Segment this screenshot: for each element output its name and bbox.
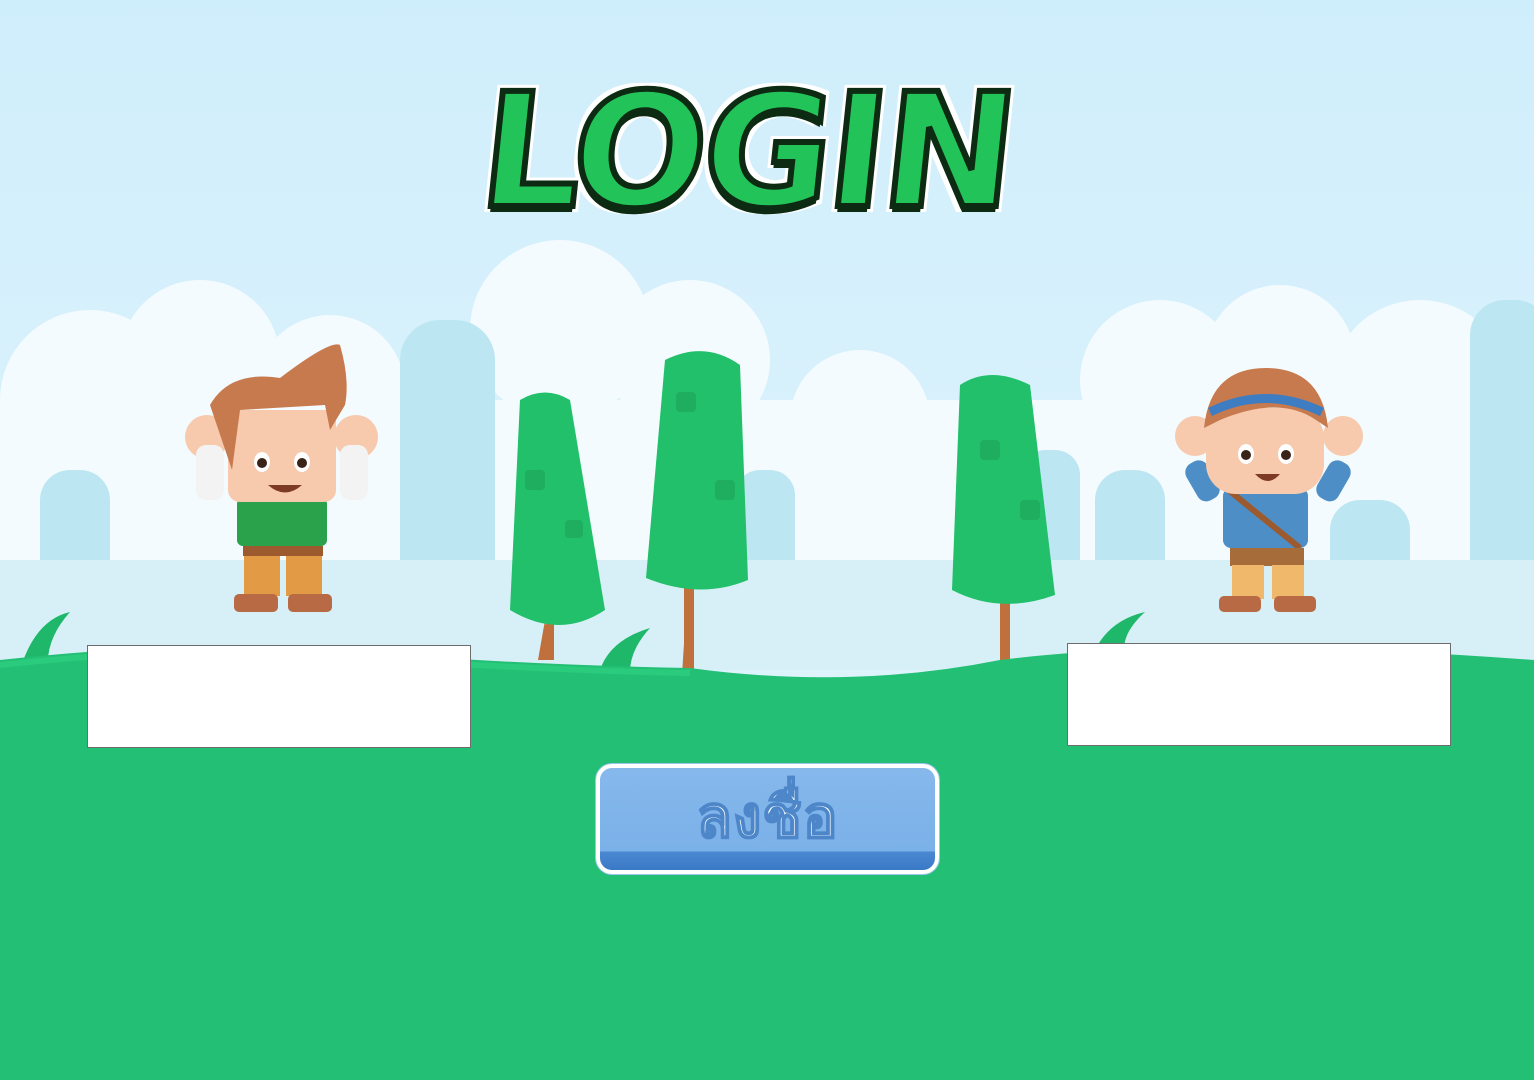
left-player-name-input[interactable] (87, 645, 471, 748)
submit-button[interactable]: ลงชื่อ (596, 764, 939, 874)
submit-button-label: ลงชื่อ (695, 782, 839, 852)
right-player-name-input[interactable] (1067, 643, 1451, 746)
login-title: LOGIN (469, 57, 1024, 247)
